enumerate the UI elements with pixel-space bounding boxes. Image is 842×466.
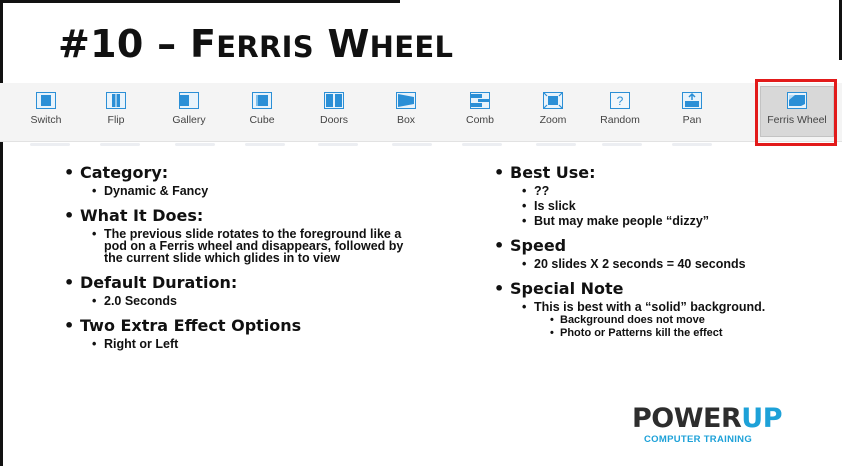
selected-transition-highlight [755, 79, 837, 146]
what-it-does-heading: What It Does: [64, 207, 404, 226]
special-note-subitem: Photo or Patterns kill the effect [550, 327, 794, 339]
comb-icon [470, 92, 490, 109]
doors-icon [324, 92, 344, 109]
transition-box[interactable]: Box [370, 87, 442, 135]
special-note-value: This is best with a “solid” background. [522, 301, 794, 314]
cube-icon [252, 92, 272, 109]
speed-value: 20 slides X 2 seconds = 40 seconds [522, 258, 794, 271]
default-duration-heading: Default Duration: [64, 274, 404, 293]
right-bullet-column: Best Use: ?? Is slick But may make peopl… [494, 160, 794, 340]
flip-icon [106, 92, 126, 109]
transition-zoom[interactable]: Zoom [517, 87, 589, 135]
title-number: #10 – [58, 22, 177, 66]
speed-heading: Speed [494, 237, 794, 256]
zoom-icon [543, 92, 563, 109]
best-use-item: But may make people “dizzy” [522, 215, 794, 228]
transition-flip[interactable]: Flip [80, 87, 152, 135]
best-use-item: Is slick [522, 200, 794, 213]
transition-switch[interactable]: Switch [10, 87, 82, 135]
slide-title: #10 – FERRIS WHEEL [58, 22, 453, 66]
best-use-heading: Best Use: [494, 164, 794, 183]
effect-options-heading: Two Extra Effect Options [64, 317, 404, 336]
transition-cube[interactable]: Cube [226, 87, 298, 135]
logo-subtitle: COMPUTER TRAINING [644, 434, 753, 445]
special-note-heading: Special Note [494, 280, 794, 299]
title-word-ferris: FERRIS [189, 22, 314, 66]
logo-power-text: POWER [632, 403, 742, 434]
transition-label: Cube [249, 114, 275, 126]
transition-pan[interactable]: Pan [656, 87, 728, 135]
transition-label: Comb [465, 114, 494, 126]
left-bullet-column: Category: Dynamic & Fancy What It Does: … [64, 160, 404, 351]
transition-label: Zoom [539, 114, 567, 126]
what-it-does-value: The previous slide rotates to the foregr… [92, 228, 404, 265]
transition-label: Gallery [172, 114, 206, 126]
category-value: Dynamic & Fancy [92, 185, 404, 198]
transitions-gallery: Switch Flip Gallery Cube Doors Box Comb … [0, 83, 842, 142]
pan-icon [682, 92, 702, 109]
powerup-logo: POWERUP COMPUTER TRAINING [632, 404, 802, 454]
gallery-icon [179, 92, 199, 109]
switch-icon [36, 92, 56, 109]
slide-top-border [0, 0, 400, 3]
transition-label: Flip [107, 114, 125, 126]
slide: #10 – FERRIS WHEEL Switch Flip Gallery C… [0, 0, 842, 466]
gallery-partial-row [0, 141, 842, 155]
transition-label: Pan [682, 114, 702, 126]
transition-label: Box [396, 114, 416, 126]
transition-random[interactable]: ? Random [584, 87, 656, 135]
svg-text:?: ? [617, 94, 624, 108]
default-duration-value: 2.0 Seconds [92, 295, 404, 308]
slide-left-border [0, 0, 3, 466]
transition-label: Random [600, 114, 640, 126]
category-heading: Category: [64, 164, 404, 183]
effect-options-value: Right or Left [92, 338, 404, 351]
best-use-item: ?? [522, 185, 794, 198]
special-note-subitem: Background does not move [550, 314, 794, 326]
box-icon [396, 92, 416, 109]
transition-label: Switch [30, 114, 62, 126]
transition-gallery[interactable]: Gallery [153, 87, 225, 135]
title-word-wheel: WHEEL [327, 22, 454, 66]
transition-label: Doors [319, 114, 348, 126]
transition-doors[interactable]: Doors [298, 87, 370, 135]
random-icon: ? [610, 92, 630, 109]
logo-up-text: UP [741, 403, 782, 434]
transition-comb[interactable]: Comb [444, 87, 516, 135]
